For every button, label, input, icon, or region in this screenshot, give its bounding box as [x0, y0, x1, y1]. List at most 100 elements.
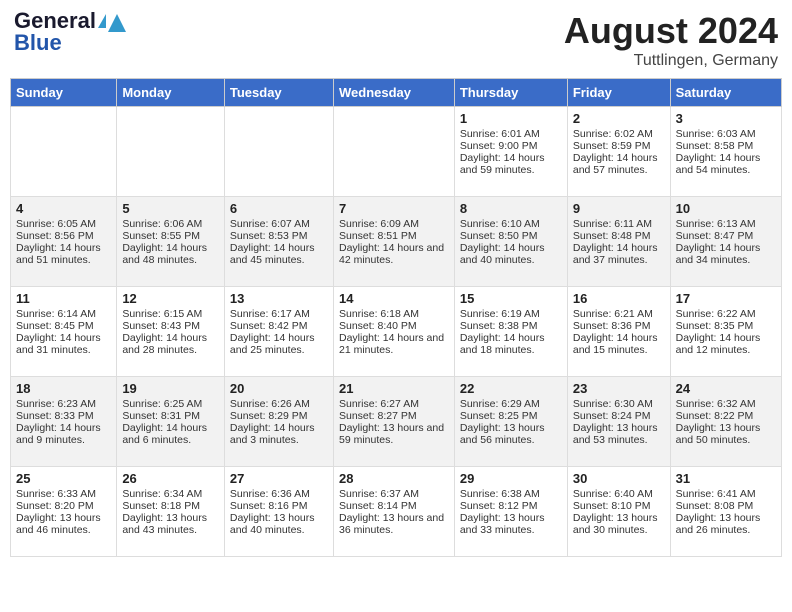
day-number: 15: [460, 291, 562, 306]
day-info: Daylight: 14 hours and 54 minutes.: [676, 152, 776, 176]
day-info: Daylight: 13 hours and 26 minutes.: [676, 512, 776, 536]
day-info: Daylight: 14 hours and 51 minutes.: [16, 242, 111, 266]
calendar-cell: 19Sunrise: 6:25 AMSunset: 8:31 PMDayligh…: [117, 377, 225, 467]
day-info: Sunset: 8:31 PM: [122, 410, 219, 422]
day-info: Daylight: 14 hours and 34 minutes.: [676, 242, 776, 266]
calendar-cell: 29Sunrise: 6:38 AMSunset: 8:12 PMDayligh…: [454, 467, 567, 557]
day-info: Daylight: 13 hours and 43 minutes.: [122, 512, 219, 536]
day-info: Sunset: 8:40 PM: [339, 320, 449, 332]
day-info: Daylight: 13 hours and 53 minutes.: [573, 422, 665, 446]
day-info: Sunset: 8:53 PM: [230, 230, 328, 242]
day-number: 13: [230, 291, 328, 306]
calendar-cell: 13Sunrise: 6:17 AMSunset: 8:42 PMDayligh…: [224, 287, 333, 377]
calendar-cell: 18Sunrise: 6:23 AMSunset: 8:33 PMDayligh…: [11, 377, 117, 467]
week-row-5: 25Sunrise: 6:33 AMSunset: 8:20 PMDayligh…: [11, 467, 782, 557]
day-info: Sunset: 8:20 PM: [16, 500, 111, 512]
day-info: Sunset: 8:33 PM: [16, 410, 111, 422]
calendar-cell: 3Sunrise: 6:03 AMSunset: 8:58 PMDaylight…: [670, 107, 781, 197]
col-saturday: Saturday: [670, 79, 781, 107]
calendar-cell: 7Sunrise: 6:09 AMSunset: 8:51 PMDaylight…: [333, 197, 454, 287]
day-number: 14: [339, 291, 449, 306]
calendar-cell: 24Sunrise: 6:32 AMSunset: 8:22 PMDayligh…: [670, 377, 781, 467]
calendar-cell: 27Sunrise: 6:36 AMSunset: 8:16 PMDayligh…: [224, 467, 333, 557]
day-number: 21: [339, 381, 449, 396]
day-number: 4: [16, 201, 111, 216]
location-title: Tuttlingen, Germany: [564, 52, 778, 70]
day-number: 11: [16, 291, 111, 306]
day-info: Sunrise: 6:29 AM: [460, 398, 562, 410]
week-row-1: 1Sunrise: 6:01 AMSunset: 9:00 PMDaylight…: [11, 107, 782, 197]
calendar-cell: 4Sunrise: 6:05 AMSunset: 8:56 PMDaylight…: [11, 197, 117, 287]
calendar-table: Sunday Monday Tuesday Wednesday Thursday…: [10, 78, 782, 557]
month-title: August 2024: [564, 10, 778, 52]
calendar-cell: 30Sunrise: 6:40 AMSunset: 8:10 PMDayligh…: [567, 467, 670, 557]
day-info: Daylight: 14 hours and 45 minutes.: [230, 242, 328, 266]
day-info: Daylight: 14 hours and 57 minutes.: [573, 152, 665, 176]
col-monday: Monday: [117, 79, 225, 107]
day-info: Daylight: 13 hours and 30 minutes.: [573, 512, 665, 536]
day-info: Sunrise: 6:19 AM: [460, 308, 562, 320]
day-number: 7: [339, 201, 449, 216]
day-info: Sunset: 8:36 PM: [573, 320, 665, 332]
header: General Blue August 2024 Tuttlingen, Ger…: [10, 10, 782, 70]
day-info: Sunset: 8:42 PM: [230, 320, 328, 332]
calendar-cell: [11, 107, 117, 197]
day-info: Sunrise: 6:25 AM: [122, 398, 219, 410]
day-info: Sunrise: 6:26 AM: [230, 398, 328, 410]
day-info: Sunrise: 6:17 AM: [230, 308, 328, 320]
day-info: Sunset: 8:14 PM: [339, 500, 449, 512]
day-info: Sunrise: 6:15 AM: [122, 308, 219, 320]
day-info: Sunrise: 6:07 AM: [230, 218, 328, 230]
day-info: Sunset: 8:56 PM: [16, 230, 111, 242]
day-number: 31: [676, 471, 776, 486]
logo-icon: [98, 14, 106, 28]
day-info: Sunrise: 6:18 AM: [339, 308, 449, 320]
day-info: Sunrise: 6:30 AM: [573, 398, 665, 410]
calendar-cell: 6Sunrise: 6:07 AMSunset: 8:53 PMDaylight…: [224, 197, 333, 287]
day-number: 3: [676, 111, 776, 126]
day-info: Sunset: 8:45 PM: [16, 320, 111, 332]
day-info: Daylight: 14 hours and 59 minutes.: [460, 152, 562, 176]
day-info: Sunrise: 6:10 AM: [460, 218, 562, 230]
day-info: Sunrise: 6:40 AM: [573, 488, 665, 500]
day-number: 9: [573, 201, 665, 216]
day-info: Sunset: 8:43 PM: [122, 320, 219, 332]
day-info: Sunrise: 6:32 AM: [676, 398, 776, 410]
day-info: Sunset: 8:10 PM: [573, 500, 665, 512]
day-info: Daylight: 14 hours and 15 minutes.: [573, 332, 665, 356]
day-info: Sunrise: 6:13 AM: [676, 218, 776, 230]
day-info: Daylight: 13 hours and 36 minutes.: [339, 512, 449, 536]
day-info: Sunrise: 6:38 AM: [460, 488, 562, 500]
calendar-cell: 15Sunrise: 6:19 AMSunset: 8:38 PMDayligh…: [454, 287, 567, 377]
day-info: Daylight: 13 hours and 33 minutes.: [460, 512, 562, 536]
day-info: Daylight: 13 hours and 59 minutes.: [339, 422, 449, 446]
day-info: Daylight: 14 hours and 28 minutes.: [122, 332, 219, 356]
day-number: 26: [122, 471, 219, 486]
day-info: Sunrise: 6:36 AM: [230, 488, 328, 500]
day-info: Sunrise: 6:41 AM: [676, 488, 776, 500]
calendar-cell: 22Sunrise: 6:29 AMSunset: 8:25 PMDayligh…: [454, 377, 567, 467]
day-number: 25: [16, 471, 111, 486]
header-row: Sunday Monday Tuesday Wednesday Thursday…: [11, 79, 782, 107]
col-friday: Friday: [567, 79, 670, 107]
calendar-cell: 10Sunrise: 6:13 AMSunset: 8:47 PMDayligh…: [670, 197, 781, 287]
calendar-cell: 2Sunrise: 6:02 AMSunset: 8:59 PMDaylight…: [567, 107, 670, 197]
day-info: Sunset: 8:27 PM: [339, 410, 449, 422]
day-info: Sunset: 8:08 PM: [676, 500, 776, 512]
logo-general-text: General: [14, 10, 96, 32]
week-row-3: 11Sunrise: 6:14 AMSunset: 8:45 PMDayligh…: [11, 287, 782, 377]
day-info: Sunset: 8:25 PM: [460, 410, 562, 422]
day-number: 29: [460, 471, 562, 486]
day-info: Sunset: 8:48 PM: [573, 230, 665, 242]
day-info: Sunset: 8:55 PM: [122, 230, 219, 242]
day-number: 16: [573, 291, 665, 306]
day-info: Sunrise: 6:11 AM: [573, 218, 665, 230]
calendar-cell: 16Sunrise: 6:21 AMSunset: 8:36 PMDayligh…: [567, 287, 670, 377]
calendar-cell: 1Sunrise: 6:01 AMSunset: 9:00 PMDaylight…: [454, 107, 567, 197]
day-number: 20: [230, 381, 328, 396]
day-info: Sunset: 8:47 PM: [676, 230, 776, 242]
calendar-cell: 8Sunrise: 6:10 AMSunset: 8:50 PMDaylight…: [454, 197, 567, 287]
week-row-4: 18Sunrise: 6:23 AMSunset: 8:33 PMDayligh…: [11, 377, 782, 467]
day-info: Daylight: 13 hours and 46 minutes.: [16, 512, 111, 536]
day-info: Sunrise: 6:03 AM: [676, 128, 776, 140]
